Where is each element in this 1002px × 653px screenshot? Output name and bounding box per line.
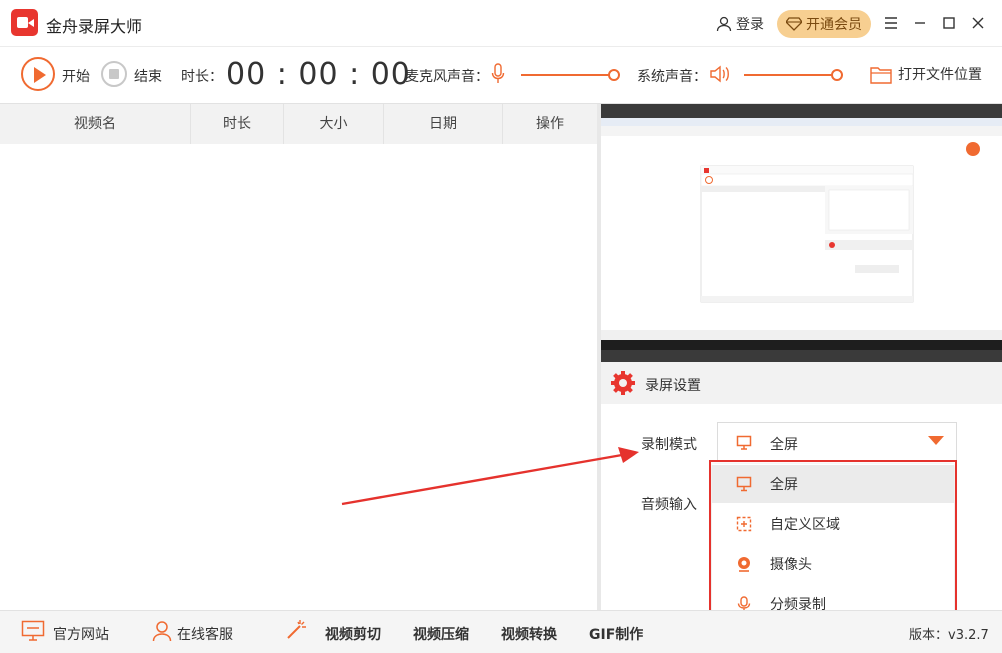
system-volume-label: 系统声音： [637,69,707,85]
speaker-icon[interactable] [709,64,731,84]
settings-title: 录屏设置 [645,378,701,394]
folder-icon [870,66,892,84]
column-video-name: 视频名 [0,104,191,144]
open-folder-label: 打开文件位置 [898,67,982,83]
close-icon [972,17,984,29]
official-website-link[interactable]: 官方网站 [53,624,109,644]
maximize-icon [943,17,955,29]
option-label: 自定义区域 [770,517,840,533]
vip-label: 开通会员 [806,17,862,33]
option-fullscreen[interactable]: 全屏 [712,465,954,503]
gif-maker-link[interactable]: GIF制作 [589,624,643,644]
system-volume-knob[interactable] [831,69,843,81]
app-logo-icon [11,9,38,36]
column-date: 日期 [384,104,503,144]
gear-icon [611,371,635,395]
menu-button[interactable] [880,12,902,34]
record-mode-value: 全屏 [770,437,798,453]
login-label: 登录 [736,17,764,33]
stop-icon [109,69,119,79]
record-mode-dropdown: 全屏 自定义区域 摄像头 分频录制 [712,464,954,622]
recordings-table-header: 视频名 时长 大小 日期 操作 [0,104,597,144]
duration-label: 时长： [181,69,223,85]
play-icon [34,67,46,83]
login-button[interactable]: 登录 [716,14,764,34]
video-cut-link[interactable]: 视频剪切 [325,624,381,644]
mic-volume-label: 麦克风声音： [405,69,489,85]
maximize-button[interactable] [938,12,960,34]
column-actions: 操作 [536,116,564,132]
hamburger-icon [885,17,897,29]
recordings-table-body [0,144,597,610]
minimize-icon [915,22,925,24]
column-duration: 时长 [191,104,284,144]
close-button[interactable] [967,12,989,34]
user-icon [716,16,732,32]
option-label: 全屏 [770,477,798,493]
option-label: 摄像头 [770,557,812,573]
annotation-arrow [341,447,639,506]
duration-value: 00 : 00 : 00 [226,57,411,92]
open-folder-button[interactable]: 打开文件位置 [870,64,982,84]
diamond-icon [786,17,802,31]
monitor-icon [736,476,752,492]
record-mode-select[interactable] [717,422,957,462]
version-label: 版本：v3.2.7 [909,628,989,643]
option-custom-area[interactable]: 自定义区域 [712,505,954,543]
magic-wand-icon [287,620,306,639]
online-support-link[interactable]: 在线客服 [177,624,233,644]
stop-button[interactable] [101,61,127,87]
region-select-icon [736,516,752,532]
video-compress-link[interactable]: 视频压缩 [413,624,469,644]
preview-thumbnail [601,104,1002,362]
vip-button[interactable]: 开通会员 [777,10,871,38]
webcam-icon [738,557,750,572]
system-volume-slider[interactable] [744,74,836,76]
start-button[interactable] [21,57,55,91]
monitor-icon [736,435,752,450]
mic-volume-knob[interactable] [608,69,620,81]
chevron-down-icon[interactable] [928,436,944,446]
stop-label[interactable]: 结束 [134,66,162,86]
video-convert-link[interactable]: 视频转换 [501,624,557,644]
column-size: 大小 [284,104,384,144]
microphone-icon[interactable] [491,63,505,85]
mic-volume-slider[interactable] [521,74,613,76]
screen-preview [601,104,1002,362]
app-title: 金舟录屏大师 [46,17,143,36]
monitor-icon [21,620,45,641]
option-camera[interactable]: 摄像头 [712,545,954,583]
start-label[interactable]: 开始 [62,66,90,86]
minimize-button[interactable] [909,12,931,34]
customer-service-icon [152,621,172,642]
